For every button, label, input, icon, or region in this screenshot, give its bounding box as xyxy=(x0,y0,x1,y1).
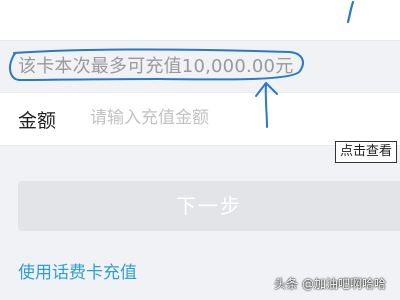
amount-label: 金额 xyxy=(18,110,57,132)
amount-input[interactable] xyxy=(90,102,390,134)
recharge-limit-row: 该卡本次最多可充值10,000.00元 xyxy=(0,40,400,92)
view-tooltip: 点击查看 xyxy=(335,141,398,163)
amount-row[interactable]: 金额 xyxy=(0,92,400,146)
recharge-limit-text: 该卡本次最多可充值10,000.00元 xyxy=(18,56,294,77)
watermark-text: 头条 @加油吧啊哈哈 xyxy=(274,277,386,291)
phone-card-recharge-link[interactable]: 使用话费卡充值 xyxy=(18,258,137,283)
next-step-button[interactable]: 下一步 xyxy=(18,181,400,231)
top-panel xyxy=(0,0,400,41)
